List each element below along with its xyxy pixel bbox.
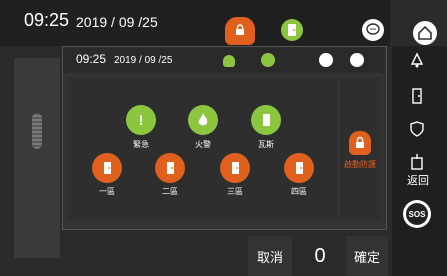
back-icon[interactable] <box>407 153 427 171</box>
home-icon <box>418 25 432 40</box>
sensor-label-zone-4: 四區 <box>291 187 307 196</box>
popup-shield-icon <box>223 55 235 67</box>
left-panel <box>14 58 60 258</box>
cancel-button[interactable]: 取消 <box>248 236 292 276</box>
sensor-label-zone-3: 三區 <box>227 187 243 196</box>
door-icon <box>167 162 174 174</box>
arm-shield-icon[interactable] <box>349 131 371 155</box>
sensor-label-zone-2: 二區 <box>162 187 178 196</box>
door-icon <box>232 162 239 174</box>
zone-4-button[interactable] <box>284 153 314 183</box>
fire-icon <box>198 113 208 126</box>
shield-lock-icon[interactable] <box>225 17 255 45</box>
back-label[interactable]: 返回 <box>400 172 436 188</box>
popup-chat-icon[interactable] <box>319 53 333 67</box>
popup-time: 09:25 <box>76 52 107 66</box>
fire-button[interactable] <box>188 105 218 135</box>
keypad-value: 0 <box>296 236 344 276</box>
gas-button[interactable] <box>251 105 281 135</box>
sos-label: SOS <box>406 203 428 225</box>
message-button[interactable] <box>362 19 384 41</box>
lock-icon <box>356 136 364 148</box>
chat-icon <box>366 23 380 35</box>
popup-date: 2019 / 09 /25 <box>114 55 173 66</box>
zone-3-button[interactable] <box>220 153 250 183</box>
arm-label[interactable]: 啟動防護 <box>340 159 380 170</box>
zone-1-button[interactable] <box>92 153 122 183</box>
home-button[interactable] <box>413 21 437 45</box>
scroll-handle[interactable] <box>32 113 42 149</box>
door-icon[interactable] <box>407 87 427 105</box>
sensor-label-fire: 火警 <box>195 140 211 149</box>
alarm-bell-icon[interactable] <box>407 52 427 70</box>
sos-button[interactable]: SOS <box>403 200 431 228</box>
popup-home-icon[interactable] <box>350 53 364 67</box>
exclamation-icon: ! <box>138 112 144 128</box>
door-icon <box>288 24 296 36</box>
emergency-button[interactable]: ! <box>126 105 156 135</box>
zone-2-button[interactable] <box>155 153 185 183</box>
shield-icon[interactable] <box>407 120 427 138</box>
gas-icon <box>263 114 270 126</box>
sensor-label-emergency: 緊急 <box>133 140 149 149</box>
status-date: 2019 / 09 /25 <box>76 14 158 30</box>
popup-door-icon <box>261 53 275 67</box>
door-icon <box>104 162 111 174</box>
status-time: 09:25 <box>24 10 70 30</box>
door-icon <box>296 162 303 174</box>
door-status-icon[interactable] <box>281 19 303 41</box>
sensor-label-gas: 瓦斯 <box>258 140 274 149</box>
lock-icon <box>236 24 244 35</box>
confirm-button[interactable]: 確定 <box>346 236 388 276</box>
sensor-label-zone-1: 一區 <box>99 187 115 196</box>
